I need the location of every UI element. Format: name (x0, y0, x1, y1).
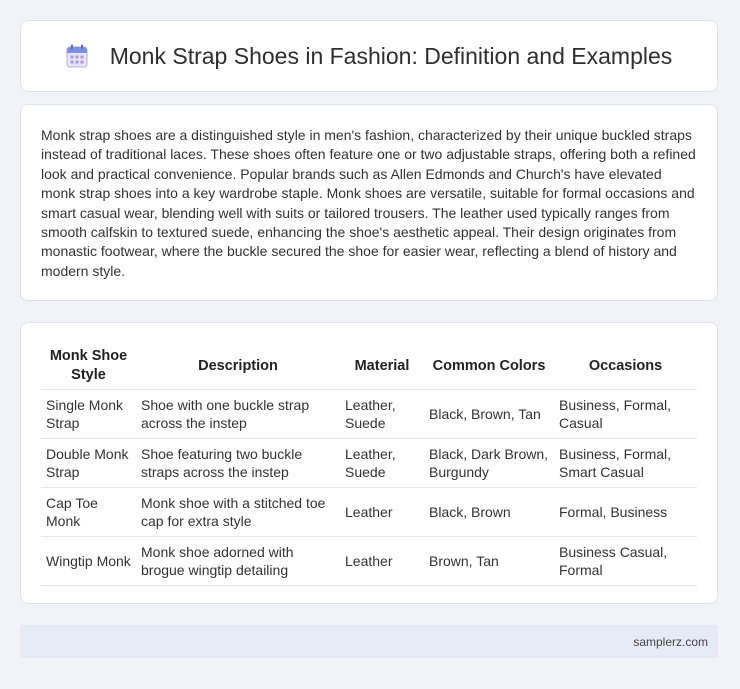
cell-colors: Black, Dark Brown, Burgundy (424, 438, 554, 488)
cell-style: Double Monk Strap (41, 438, 136, 488)
column-header-colors: Common Colors (424, 343, 554, 390)
table-row: Single Monk Strap Shoe with one buckle s… (41, 389, 697, 439)
title-card: Monk Strap Shoes in Fashion: Definition … (20, 20, 718, 92)
cell-material: Leather (340, 487, 424, 537)
column-header-occasions: Occasions (554, 343, 697, 390)
intro-card: Monk strap shoes are a distinguished sty… (20, 104, 718, 301)
cell-material: Leather, Suede (340, 438, 424, 488)
intro-paragraph: Monk strap shoes are a distinguished sty… (41, 127, 696, 279)
cell-description: Monk shoe adorned with brogue wingtip de… (136, 536, 340, 586)
column-header-style: Monk Shoe Style (41, 343, 136, 390)
cell-colors: Black, Brown, Tan (424, 389, 554, 439)
footer-source: samplerz.com (633, 634, 708, 649)
calendar-icon (66, 44, 88, 68)
table-card: Monk Shoe Style Description Material Com… (20, 322, 718, 604)
cell-colors: Brown, Tan (424, 536, 554, 586)
page-title: Monk Strap Shoes in Fashion: Definition … (109, 42, 673, 69)
cell-style: Single Monk Strap (41, 389, 136, 439)
cell-colors: Black, Brown (424, 487, 554, 537)
cell-style: Wingtip Monk (41, 536, 136, 586)
cell-occasions: Formal, Business (554, 487, 697, 537)
cell-occasions: Business Casual, Formal (554, 536, 697, 586)
cell-occasions: Business, Formal, Casual (554, 389, 697, 439)
table-row: Wingtip Monk Monk shoe adorned with brog… (41, 536, 697, 586)
cell-style: Cap Toe Monk (41, 487, 136, 537)
table-row: Double Monk Strap Shoe featuring two buc… (41, 438, 697, 488)
cell-description: Shoe with one buckle strap across the in… (136, 389, 340, 439)
cell-occasions: Business, Formal, Smart Casual (554, 438, 697, 488)
cell-material: Leather (340, 536, 424, 586)
column-header-description: Description (136, 343, 340, 390)
cell-description: Monk shoe with a stitched toe cap for ex… (136, 487, 340, 537)
footer-bar: samplerz.com (20, 625, 718, 658)
cell-material: Leather, Suede (340, 389, 424, 439)
shoe-styles-table: Monk Shoe Style Description Material Com… (41, 343, 697, 586)
table-row: Cap Toe Monk Monk shoe with a stitched t… (41, 487, 697, 537)
table-header-row: Monk Shoe Style Description Material Com… (41, 343, 697, 390)
column-header-material: Material (340, 343, 424, 390)
cell-description: Shoe featuring two buckle straps across … (136, 438, 340, 488)
